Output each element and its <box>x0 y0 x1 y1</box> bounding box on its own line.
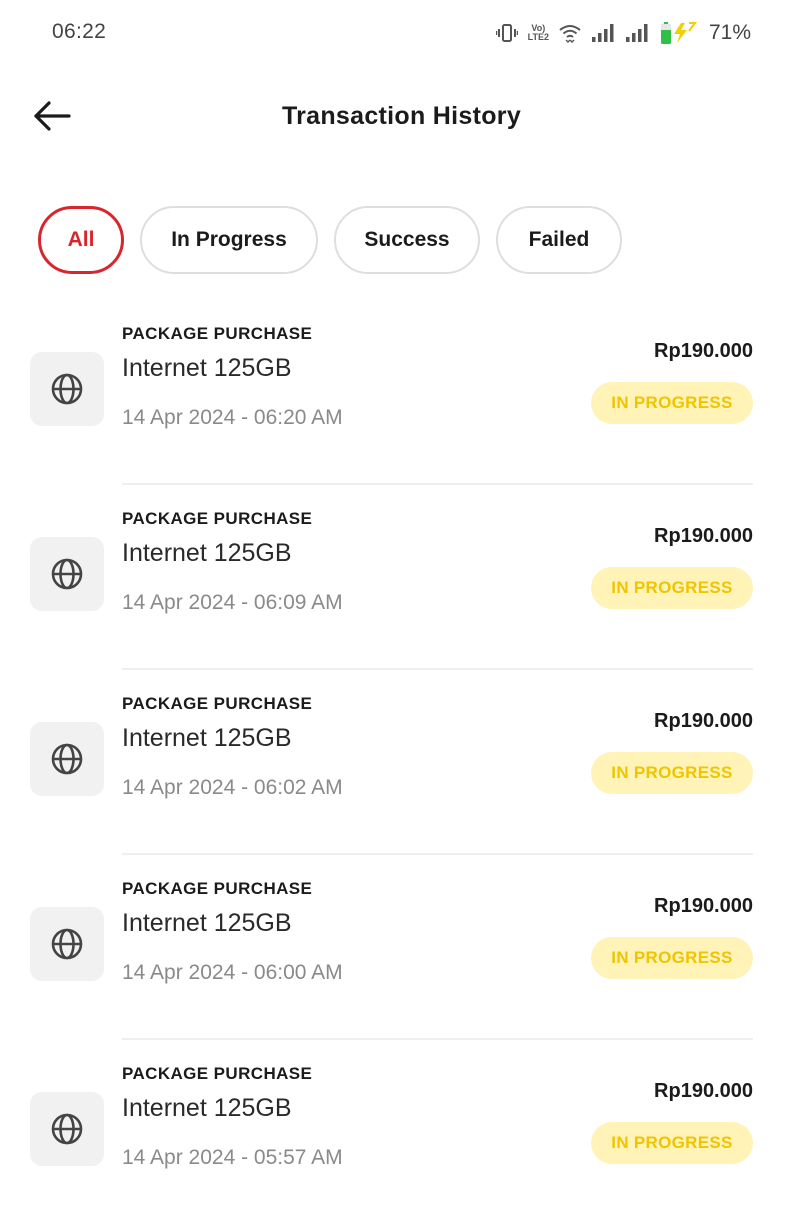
status-badge: IN PROGRESS <box>591 937 753 979</box>
status-badge: IN PROGRESS <box>591 382 753 424</box>
filter-in-progress[interactable]: In Progress <box>140 206 318 274</box>
transaction-item[interactable]: PACKAGE PURCHASE Internet 125GB 14 Apr 2… <box>0 670 803 855</box>
page-title: Transaction History <box>281 102 522 130</box>
globe-icon <box>30 722 104 796</box>
status-badge: IN PROGRESS <box>591 752 753 794</box>
globe-icon <box>30 907 104 981</box>
transaction-amount: Rp190.000 <box>654 340 753 362</box>
transaction-amount: Rp190.000 <box>654 710 753 732</box>
transaction-item[interactable]: PACKAGE PURCHASE Internet 125GB 14 Apr 2… <box>0 1040 803 1225</box>
transaction-name: Internet 125GB <box>122 539 292 567</box>
status-icons: Vo) LTE2 71% <box>495 18 751 48</box>
transaction-name: Internet 125GB <box>122 724 292 752</box>
header: Transaction History <box>0 80 803 160</box>
battery-charging-icon <box>659 21 697 45</box>
filter-tabs: All In Progress Success Failed <box>38 206 622 274</box>
filter-success[interactable]: Success <box>334 206 480 274</box>
globe-icon <box>30 1092 104 1166</box>
transaction-type: PACKAGE PURCHASE <box>122 324 313 343</box>
transaction-name: Internet 125GB <box>122 1094 292 1122</box>
signal-icon <box>625 23 649 43</box>
wifi-icon <box>559 23 581 43</box>
status-bar: 06:22 Vo) LTE2 71% <box>0 0 803 66</box>
status-badge: IN PROGRESS <box>591 1122 753 1164</box>
transaction-item[interactable]: PACKAGE PURCHASE Internet 125GB 14 Apr 2… <box>0 485 803 670</box>
transaction-amount: Rp190.000 <box>654 1080 753 1102</box>
signal-icon <box>591 23 615 43</box>
transaction-date: 14 Apr 2024 - 06:20 AM <box>122 406 343 429</box>
transaction-date: 14 Apr 2024 - 06:09 AM <box>122 591 343 614</box>
transaction-list: PACKAGE PURCHASE Internet 125GB 14 Apr 2… <box>0 300 803 1225</box>
transaction-date: 14 Apr 2024 - 05:57 AM <box>122 1146 343 1169</box>
transaction-amount: Rp190.000 <box>654 525 753 547</box>
transaction-item[interactable]: PACKAGE PURCHASE Internet 125GB 14 Apr 2… <box>0 300 803 485</box>
volte-icon: Vo) LTE2 <box>528 24 549 42</box>
transaction-type: PACKAGE PURCHASE <box>122 694 313 713</box>
transaction-type: PACKAGE PURCHASE <box>122 1064 313 1083</box>
transaction-name: Internet 125GB <box>122 354 292 382</box>
vibrate-icon <box>495 23 518 43</box>
battery-percent: 71% <box>708 21 751 44</box>
transaction-name: Internet 125GB <box>122 909 292 937</box>
transaction-amount: Rp190.000 <box>654 895 753 917</box>
status-time: 06:22 <box>52 20 107 43</box>
status-badge: IN PROGRESS <box>591 567 753 609</box>
lte-bottom-label: LTE2 <box>527 32 549 42</box>
transaction-item[interactable]: PACKAGE PURCHASE Internet 125GB 14 Apr 2… <box>0 855 803 1040</box>
transaction-type: PACKAGE PURCHASE <box>122 509 313 528</box>
transaction-type: PACKAGE PURCHASE <box>122 879 313 898</box>
transaction-date: 14 Apr 2024 - 06:00 AM <box>122 961 343 984</box>
filter-all[interactable]: All <box>38 206 124 274</box>
globe-icon <box>30 352 104 426</box>
transaction-date: 14 Apr 2024 - 06:02 AM <box>122 776 343 799</box>
filter-failed[interactable]: Failed <box>496 206 622 274</box>
globe-icon <box>30 537 104 611</box>
